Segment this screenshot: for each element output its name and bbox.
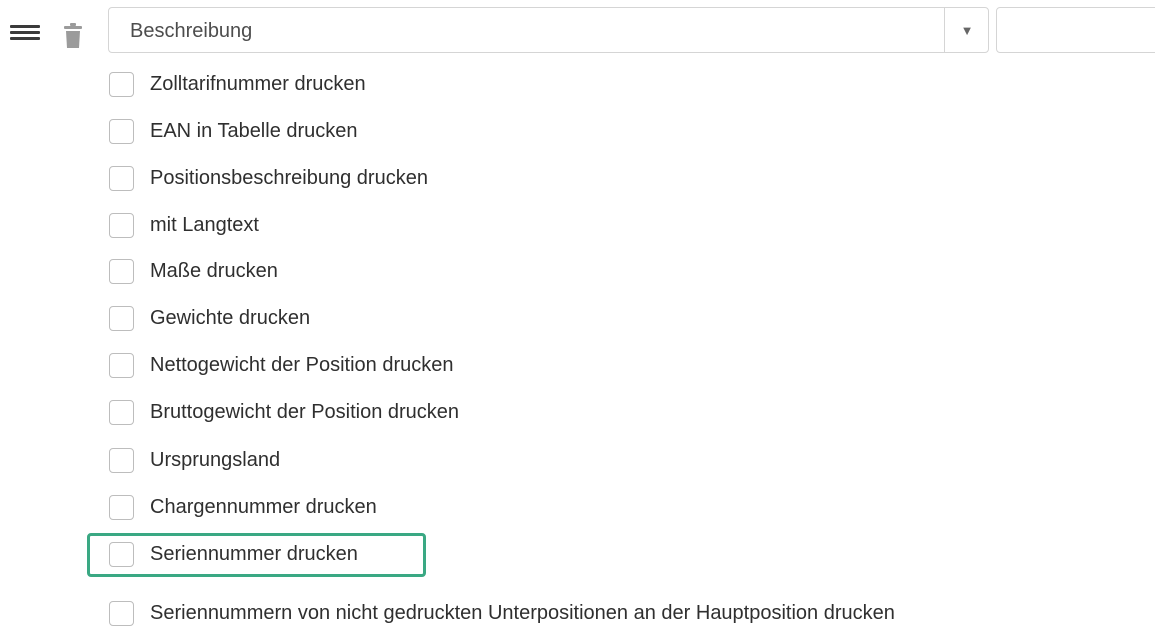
- option-nettogewicht[interactable]: Nettogewicht der Position drucken: [109, 348, 454, 382]
- option-positionsbeschreibung[interactable]: Positionsbeschreibung drucken: [109, 161, 428, 195]
- option-seriennummern-unterpositionen[interactable]: Seriennummern von nicht gedruckten Unter…: [109, 586, 950, 640]
- checkbox[interactable]: [109, 447, 134, 473]
- option-label: Bruttogewicht der Position drucken: [150, 401, 460, 423]
- checkbox[interactable]: [109, 212, 134, 238]
- option-label: Seriennummern von nicht gedruckten Unter…: [150, 601, 895, 624]
- select-value: Beschreibung: [130, 20, 253, 42]
- option-label: EAN in Tabelle drucken: [150, 120, 358, 142]
- checkbox[interactable]: [109, 71, 134, 97]
- option-masse[interactable]: Maße drucken: [109, 254, 278, 288]
- option-chargennummer[interactable]: Chargennummer drucken: [109, 490, 377, 524]
- option-label: Nettogewicht der Position drucken: [150, 354, 454, 376]
- checkbox[interactable]: [109, 165, 134, 191]
- option-label: Ursprungsland: [150, 449, 281, 471]
- chevron-down-icon[interactable]: ▼: [945, 8, 989, 52]
- option-langtext[interactable]: mit Langtext: [109, 208, 259, 242]
- checkbox[interactable]: [109, 118, 134, 144]
- checkbox[interactable]: [109, 352, 134, 378]
- trash-icon-graphic: [64, 23, 82, 48]
- option-gewichte[interactable]: Gewichte drucken: [109, 301, 310, 335]
- checkbox[interactable]: [109, 600, 134, 626]
- option-ursprungsland[interactable]: Ursprungsland: [109, 443, 280, 477]
- option-label: Chargennummer drucken: [150, 496, 377, 518]
- checkbox[interactable]: [109, 305, 134, 331]
- checkbox[interactable]: [109, 258, 134, 284]
- option-zolltarifnummer[interactable]: Zolltarifnummer drucken: [109, 67, 366, 101]
- option-label: Gewichte drucken: [150, 307, 311, 329]
- value-input[interactable]: [996, 7, 1155, 53]
- option-label: Zolltarifnummer drucken: [150, 73, 366, 95]
- field-row: Beschreibung ▼: [0, 0, 1155, 62]
- option-label: Positionsbeschreibung drucken: [150, 167, 428, 189]
- checkbox[interactable]: [109, 399, 134, 425]
- option-label: mit Langtext: [150, 214, 259, 236]
- trash-icon[interactable]: [62, 23, 84, 49]
- checkbox[interactable]: [109, 494, 134, 520]
- menu-icon[interactable]: [10, 25, 40, 44]
- option-ean[interactable]: EAN in Tabelle drucken: [109, 114, 358, 148]
- option-bruttogewicht[interactable]: Bruttogewicht der Position drucken: [109, 395, 459, 429]
- highlight-frame: [87, 533, 426, 577]
- option-label: Maße drucken: [150, 260, 278, 282]
- description-select[interactable]: Beschreibung ▼: [108, 7, 989, 53]
